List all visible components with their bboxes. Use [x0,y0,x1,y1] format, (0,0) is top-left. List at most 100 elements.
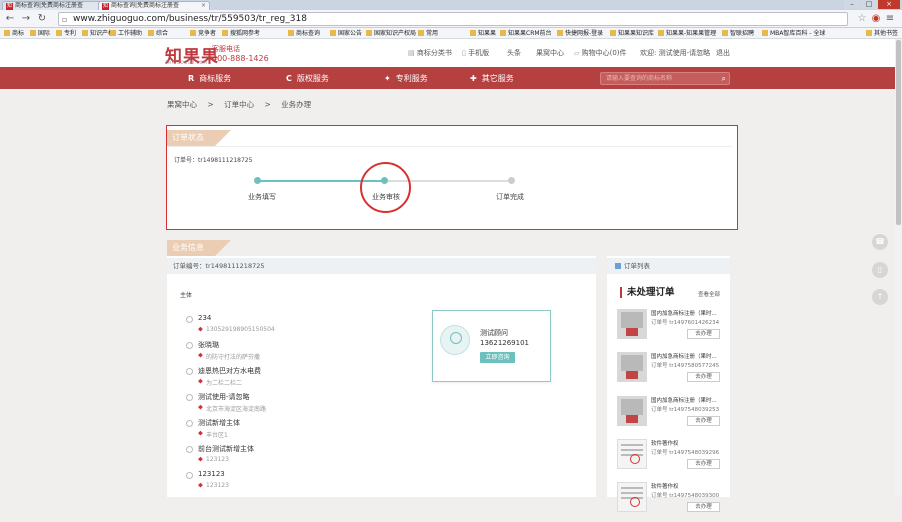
subject-address: 北京市海淀区海淀南路 [206,406,267,413]
browser-tab-active[interactable]: 知 商标查询|免费商标注册查 × [98,1,210,10]
bookmark-item[interactable]: 知果果知识库 [610,28,654,38]
order-list-item: 国内加急商标注册（果时... 订单号 tr1497601426234 去办理 [617,309,727,349]
cart-link[interactable]: ▱ 购物中心(0)件 [574,48,627,58]
close-window-icon[interactable]: × [878,0,900,9]
order-number: 订单号：tr1498111218725 [174,157,253,164]
subject-name: 张晓璐 [198,341,219,349]
trademark-classification-link[interactable]: ▤ 商标分类书 [408,48,452,58]
order-thumbnail [617,482,647,512]
bookmark-item[interactable]: 常用 [418,28,438,38]
order-thumbnail [617,309,647,339]
radio-button[interactable] [186,446,193,453]
address-bar[interactable]: ▫ www.zhiguoguo.com/business/tr/559503/t… [58,12,848,26]
bookmark-item[interactable]: 智联招聘 [722,28,754,38]
consult-now-button[interactable]: 立即咨询 [480,352,515,363]
radio-button[interactable] [186,472,193,479]
logout-link[interactable]: 退出 [716,48,730,58]
step-dot-fill [254,177,261,184]
order-number: 订单号 tr1497548039296 [651,450,720,456]
nav-copyright-service[interactable]: C 版权服务 [286,73,329,84]
nav-patent-service[interactable]: ✦ 专利服务 [384,73,428,84]
subject-address: 130529198905150504 [206,326,275,333]
maximize-icon[interactable]: □ [861,0,877,9]
close-tab-icon[interactable]: × [201,2,206,10]
pending-orders-title: 未处理订单 [620,287,675,298]
order-list-item: 国内加急商标注册（果时... 订单号 tr1497580577245 去办理 [617,352,727,392]
bookmark-item[interactable]: 其他书签 [866,28,898,38]
nav-trademark-service[interactable]: R 商标服务 [188,73,231,84]
process-order-button[interactable]: 去办理 [687,459,720,469]
search-placeholder: 请输入要查询的商标名称 [606,75,673,82]
reload-icon[interactable]: ↻ [36,13,48,25]
radio-button[interactable] [186,342,193,349]
nav-other-service[interactable]: ✚ 其它服务 [470,73,514,84]
patent-icon: ✦ [384,74,391,83]
subject-address: 丰台区1 [206,432,228,439]
order-number: 订单号 tr1497548039253 [651,407,720,413]
breadcrumb-order-center[interactable]: 订单中心 [224,100,254,109]
subject-name: 123123 [198,470,225,478]
order-list-item: 软件著作权 订单号 tr1497548039296 去办理 [617,439,727,479]
order-list-item: 软件著作权 订单号 tr1497548039300 去办理 [617,482,727,522]
view-all-link[interactable]: 查看全部 [698,290,720,298]
bookmark-item[interactable]: MBA智库百科 - 全球 [762,28,825,38]
bookmark-item[interactable]: 综合 [148,28,168,38]
page-icon: ▫ [62,15,68,24]
process-order-button[interactable]: 去办理 [687,502,720,512]
user-center-link[interactable]: 果窝中心 [536,48,564,58]
customer-service-icon[interactable]: ☎ [872,234,888,250]
browser-tab-label: 商标查询|免费商标注册查 [111,2,180,9]
radio-button[interactable] [186,368,193,375]
order-title: 软件著作权 [651,441,679,447]
subject-address: 的防守打法的萨芬撒 [206,354,261,361]
forward-arrow-icon[interactable]: → [20,13,32,25]
location-pin-icon: ⬥ [198,455,203,463]
bookmark-item[interactable]: 知果果CRM前台 [500,28,552,38]
search-icon[interactable]: ⌕ [722,73,726,84]
process-order-button[interactable]: 去办理 [687,329,720,339]
step-label-fill: 业务填写 [248,193,276,201]
breadcrumb-user-center[interactable]: 果窝中心 [167,100,197,109]
mobile-version-link[interactable]: ▯ 手机版 [462,48,489,58]
browser-tab[interactable]: 知 商标查询|免费商标注册查 × [2,1,106,10]
address-bar-url: www.zhiguoguo.com/business/tr/559503/tr_… [73,14,307,24]
back-to-top-icon[interactable]: ↑ [872,289,888,305]
back-arrow-icon[interactable]: ← [4,13,16,25]
browser-toolbar: ← → ↻ ▫ www.zhiguoguo.com/business/tr/55… [0,10,902,28]
order-number: 订单号 tr1497548039300 [651,493,720,499]
headlines-link[interactable]: 头条 [507,48,521,58]
order-status-card [166,125,738,230]
bookmark-item[interactable]: 国际 [30,28,50,38]
bookmark-item[interactable]: 知果果 [470,28,496,38]
radio-button[interactable] [186,420,193,427]
browser-tab-strip: 知 商标查询|免费商标注册查 × 知 商标查询|免费商标注册查 × – □ × [0,0,902,10]
minimize-icon[interactable]: – [844,0,860,9]
hotline-number: 400-888-1426 [212,54,269,63]
mobile-app-icon[interactable]: ▯ [872,262,888,278]
bookmark-item[interactable]: 竞争者 [190,28,216,38]
copyright-c-icon: C [286,74,292,83]
order-list-header: 订单列表 [607,258,730,274]
menu-icon[interactable]: ≡ [884,13,896,25]
extension-icon[interactable]: ◉ [870,13,882,25]
process-order-button[interactable]: 去办理 [687,416,720,426]
bookmark-item[interactable]: 知果果-知果果管理 [658,28,716,38]
radio-button[interactable] [186,394,193,401]
bookmark-item[interactable]: 工作辅助 [110,28,142,38]
bookmark-item[interactable]: 商标 [4,28,24,38]
radio-button[interactable] [186,316,193,323]
trademark-search-input[interactable]: 请输入要查询的商标名称 ⌕ [600,72,730,85]
bookmark-item[interactable]: 专利 [56,28,76,38]
bookmark-item[interactable]: 快捷网报-登录 [557,28,603,38]
process-order-button[interactable]: 去办理 [687,372,720,382]
scrollbar-thumb[interactable] [896,40,901,225]
bookmark-item[interactable]: 商标查询 [288,28,320,38]
bookmark-item[interactable]: 搜狐网参考 [222,28,260,38]
welcome-user: 欢迎: 测试使用-请忽略 [640,49,711,57]
bookmark-item[interactable]: 国家公告 [330,28,362,38]
location-pin-icon: ⬥ [198,481,203,489]
star-bookmark-icon[interactable]: ☆ [856,13,868,25]
bookmark-item[interactable]: 国家知识产权局 [366,28,416,38]
step-label-complete: 订单完成 [496,193,524,201]
location-pin-icon: ⬥ [198,429,203,437]
